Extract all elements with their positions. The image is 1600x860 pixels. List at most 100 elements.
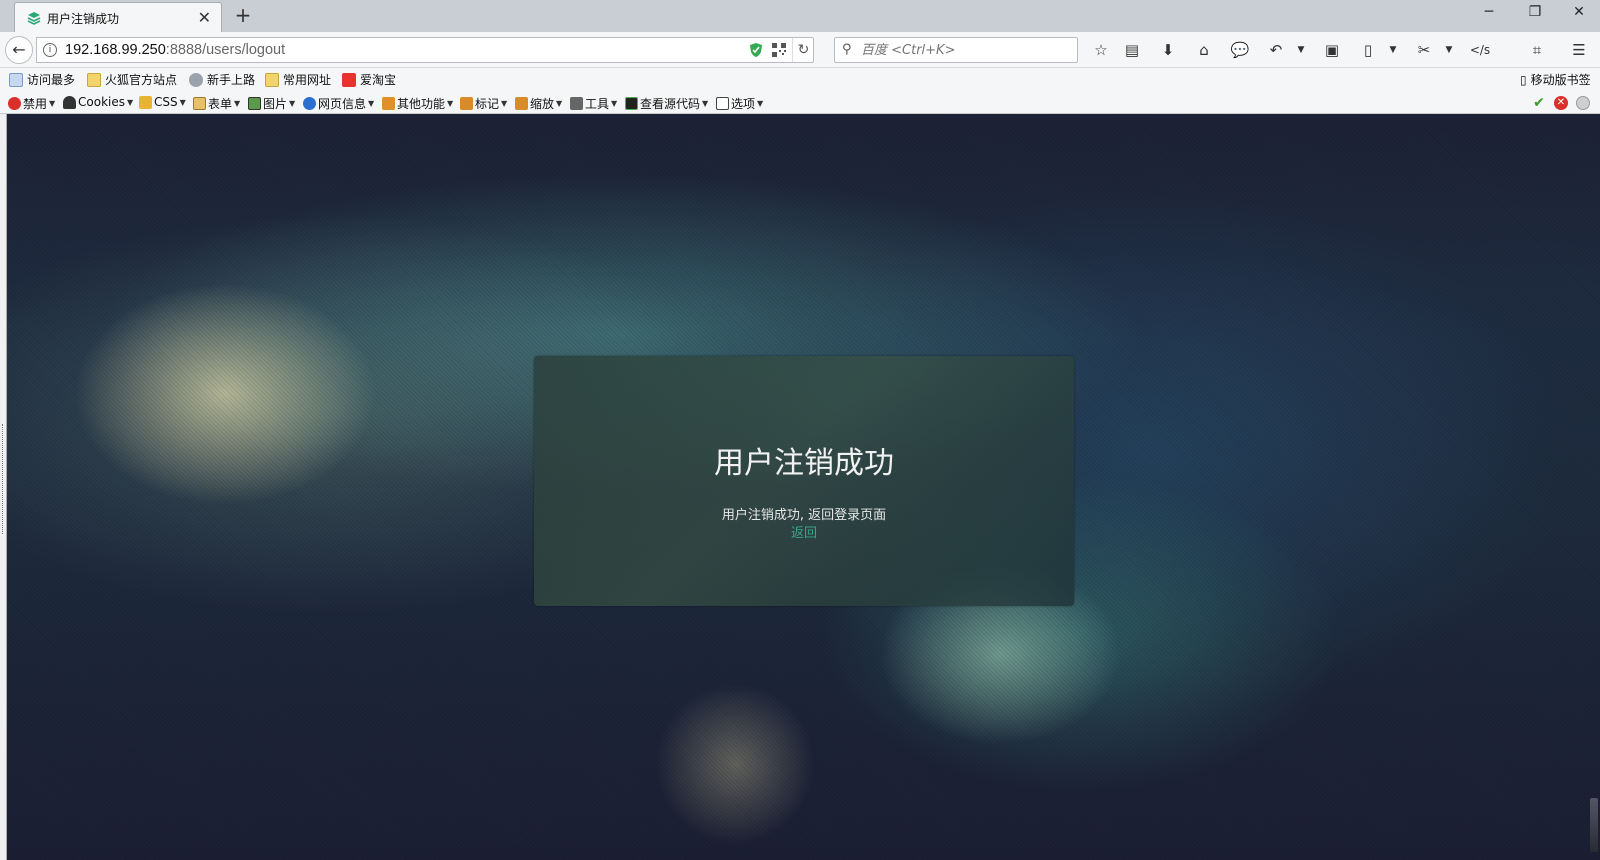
layers-icon (27, 12, 41, 25)
mobile-icon: ▯ (1520, 72, 1527, 87)
caret-down-icon: ▼ (49, 99, 56, 108)
restore-button[interactable]: ❐ (1512, 4, 1558, 20)
bookmarks-toolbar: 访问最多 火狐官方站点 新手上路 常用网址 爱淘宝 ▯ 移动版书签 (0, 68, 1600, 91)
bookmark-getting-started[interactable]: 新手上路 (189, 71, 255, 88)
devbar-cookies[interactable]: Cookies ▼ (63, 95, 133, 109)
pdf-icon[interactable]: ▯ (1357, 40, 1379, 60)
devbar-label: Cookies (78, 95, 125, 109)
devbar-css[interactable]: CSS ▼ (139, 95, 186, 109)
tab-close-icon[interactable]: ✕ (198, 8, 211, 27)
devbar-label: 表单 (208, 97, 233, 111)
undo-icon[interactable]: ↶ (1265, 40, 1287, 60)
search-icon: ⚲ (842, 42, 852, 57)
devbar-label: 选项 (731, 97, 756, 111)
url-text[interactable]: 192.168.99.250:8888/users/logout (65, 42, 285, 58)
logout-message: 用户注销成功, 返回登录页面 (721, 508, 887, 523)
bookmark-mobile[interactable]: ▯ 移动版书签 (1520, 71, 1591, 88)
folder-icon (265, 72, 279, 87)
url-bar[interactable]: i 192.168.99.250:8888/users/logout ↻ (36, 37, 814, 63)
check-icon[interactable]: ✔ (1532, 96, 1546, 110)
caret-down-icon: ▼ (126, 97, 134, 107)
back-button[interactable]: ← (5, 36, 33, 64)
devbar-forms[interactable]: 表单 ▼ (193, 95, 240, 112)
bookmark-label: 火狐官方站点 (105, 73, 178, 87)
new-tab-button[interactable]: + (232, 3, 254, 27)
splitter-handle[interactable] (2, 424, 4, 534)
caret-down-icon: ▼ (611, 99, 618, 108)
globe-icon (189, 72, 203, 87)
status-circle-icon[interactable] (1576, 96, 1590, 110)
user-icon (63, 95, 76, 109)
caret-down-icon: ▼ (289, 99, 296, 108)
download-icon[interactable]: ⬇ (1157, 40, 1179, 60)
devbar-resize[interactable]: 缩放 ▼ (515, 95, 562, 112)
caret-down-icon: ▼ (757, 99, 764, 108)
scroll-widget[interactable] (1590, 798, 1598, 852)
devbar-images[interactable]: 图片 ▼ (248, 95, 295, 112)
js-icon[interactable]: </s (1469, 40, 1491, 60)
devbar-misc[interactable]: 其他功能 ▼ (382, 95, 453, 112)
devbar-tools[interactable]: 工具 ▼ (570, 95, 617, 112)
reading-list-icon[interactable]: ▤ (1121, 40, 1143, 60)
bookmark-star-icon[interactable]: ☆ (1090, 40, 1112, 60)
back-link[interactable]: 返回 (534, 522, 1074, 541)
page-title: 用户注销成功 (714, 446, 894, 481)
shield-icon[interactable] (749, 42, 763, 58)
bookmark-most-visited[interactable]: 访问最多 (9, 71, 75, 88)
folder-icon (87, 72, 101, 87)
sidebar-splitter[interactable] (0, 114, 7, 860)
devbar-label: CSS (154, 95, 178, 109)
tab-active[interactable]: 用户注销成功 ✕ (14, 2, 222, 32)
taobao-icon (342, 72, 356, 87)
book-icon (382, 97, 395, 110)
error-icon[interactable]: ✕ (1554, 96, 1568, 110)
bookmark-label: 移动版书签 (1530, 73, 1591, 87)
disable-icon (8, 97, 21, 110)
devbar-label: 网页信息 (318, 97, 367, 111)
caret-down-icon: ▼ (368, 99, 375, 108)
bookmark-aitaobao[interactable]: 爱淘宝 (342, 71, 396, 88)
tab-title: 用户注销成功 (47, 12, 120, 26)
undo-dropdown-icon[interactable]: ▼ (1295, 40, 1307, 60)
search-input[interactable] (861, 41, 1071, 59)
devbar-label: 工具 (585, 97, 610, 111)
minimize-button[interactable]: ─ (1466, 4, 1512, 20)
bookmark-firefox-sites[interactable]: 火狐官方站点 (87, 71, 177, 88)
tab-strip: 用户注销成功 ✕ + ─ ❐ ✕ (0, 0, 1600, 32)
devbar-page-info[interactable]: 网页信息 ▼ (303, 95, 374, 112)
image-icon (248, 97, 261, 110)
search-bar[interactable]: ⚲ (834, 37, 1078, 63)
navigation-toolbar: ← i 192.168.99.250:8888/users/logout ↻ ⚲… (0, 32, 1600, 68)
clipboard-icon (193, 97, 206, 110)
site-info-icon[interactable]: i (43, 43, 57, 57)
url-host: 192.168.99.250 (65, 42, 166, 58)
bookmark-common-sites[interactable]: 常用网址 (265, 71, 331, 88)
devbar-label: 标记 (475, 97, 500, 111)
screenshot-icon[interactable]: ✂ (1413, 40, 1435, 60)
reload-icon[interactable]: ↻ (792, 38, 814, 62)
reader-view-icon[interactable]: ▣ (1321, 40, 1343, 60)
crop-icon[interactable]: ⌗ (1526, 40, 1548, 60)
chat-icon[interactable]: 💬 (1229, 40, 1251, 60)
caret-down-icon: ▼ (556, 99, 563, 108)
wrench-icon (570, 97, 583, 110)
bookmark-label: 爱淘宝 (360, 73, 397, 87)
bookmark-label: 常用网址 (283, 73, 332, 87)
caret-down-icon: ▼ (234, 99, 241, 108)
menu-icon[interactable]: ☰ (1568, 40, 1590, 60)
info-icon (303, 97, 316, 110)
window-close-button[interactable]: ✕ (1556, 4, 1600, 20)
options-icon (716, 97, 729, 110)
home-icon[interactable]: ⌂ (1193, 40, 1215, 60)
devbar-options[interactable]: 选项 ▼ (716, 95, 763, 112)
devbar-outline[interactable]: 标记 ▼ (460, 95, 507, 112)
ruler-icon (515, 97, 528, 110)
devbar-view-source[interactable]: 查看源代码 ▼ (625, 95, 708, 112)
devbar-label: 图片 (263, 97, 288, 111)
screenshot-dropdown-icon[interactable]: ▼ (1443, 40, 1455, 60)
logout-card: 用户注销成功 用户注销成功, 返回登录页面 返回 (534, 356, 1074, 606)
pdf-dropdown-icon[interactable]: ▼ (1387, 40, 1399, 60)
devbar-disable[interactable]: 禁用 ▼ (8, 95, 55, 112)
qr-code-icon[interactable] (772, 43, 786, 57)
caret-down-icon: ▼ (447, 99, 454, 108)
